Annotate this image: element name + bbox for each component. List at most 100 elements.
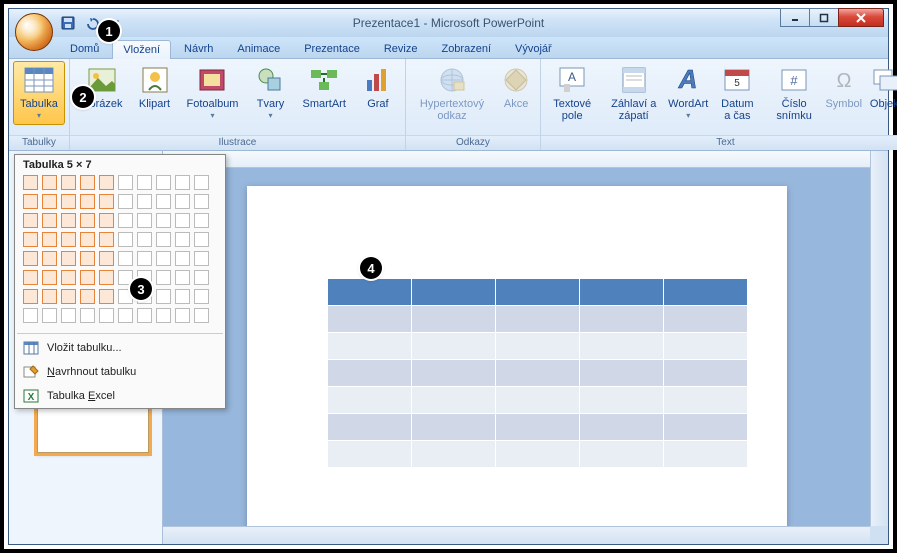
tab-review[interactable]: Revize bbox=[373, 39, 429, 58]
symbol-button[interactable]: Ω Symbol bbox=[824, 61, 864, 113]
grid-cell[interactable] bbox=[194, 308, 209, 323]
smartart-button[interactable]: SmartArt bbox=[295, 61, 352, 113]
save-button[interactable] bbox=[59, 14, 77, 32]
grid-cell[interactable] bbox=[99, 270, 114, 285]
grid-cell[interactable] bbox=[99, 175, 114, 190]
table-button[interactable]: Tabulka▾ bbox=[13, 61, 65, 125]
grid-cell[interactable] bbox=[61, 213, 76, 228]
grid-cell[interactable] bbox=[61, 194, 76, 209]
grid-cell[interactable] bbox=[42, 175, 57, 190]
grid-cell[interactable] bbox=[42, 308, 57, 323]
slidenumber-button[interactable]: # Číslo snímku bbox=[766, 61, 821, 125]
grid-cell[interactable] bbox=[61, 232, 76, 247]
grid-cell[interactable] bbox=[118, 194, 133, 209]
grid-cell[interactable] bbox=[99, 289, 114, 304]
wordart-button[interactable]: A WordArt▾ bbox=[668, 61, 708, 125]
grid-cell[interactable] bbox=[99, 213, 114, 228]
table-size-grid[interactable] bbox=[23, 175, 211, 325]
grid-cell[interactable] bbox=[61, 289, 76, 304]
grid-cell[interactable] bbox=[118, 232, 133, 247]
excel-table-item[interactable]: X Tabulka Excel bbox=[15, 384, 225, 408]
headerfooter-button[interactable]: Záhlaví a zápatí bbox=[601, 61, 666, 125]
object-button[interactable]: Objekt bbox=[866, 61, 897, 113]
grid-cell[interactable] bbox=[175, 270, 190, 285]
grid-cell[interactable] bbox=[23, 194, 38, 209]
grid-cell[interactable] bbox=[137, 232, 152, 247]
slide-canvas[interactable] bbox=[247, 186, 787, 526]
grid-cell[interactable] bbox=[137, 175, 152, 190]
clipart-button[interactable]: Klipart bbox=[132, 61, 178, 113]
grid-cell[interactable] bbox=[175, 251, 190, 266]
grid-cell[interactable] bbox=[175, 194, 190, 209]
vertical-scrollbar[interactable] bbox=[870, 151, 888, 526]
grid-cell[interactable] bbox=[118, 213, 133, 228]
grid-cell[interactable] bbox=[156, 251, 171, 266]
grid-cell[interactable] bbox=[99, 232, 114, 247]
grid-cell[interactable] bbox=[99, 194, 114, 209]
tab-view[interactable]: Zobrazení bbox=[430, 39, 502, 58]
grid-cell[interactable] bbox=[80, 175, 95, 190]
maximize-button[interactable] bbox=[809, 8, 839, 27]
grid-cell[interactable] bbox=[156, 289, 171, 304]
grid-cell[interactable] bbox=[194, 251, 209, 266]
grid-cell[interactable] bbox=[137, 194, 152, 209]
grid-cell[interactable] bbox=[80, 289, 95, 304]
grid-cell[interactable] bbox=[42, 251, 57, 266]
grid-cell[interactable] bbox=[137, 213, 152, 228]
grid-cell[interactable] bbox=[23, 308, 38, 323]
grid-cell[interactable] bbox=[23, 175, 38, 190]
office-button[interactable] bbox=[15, 13, 53, 51]
grid-cell[interactable] bbox=[175, 289, 190, 304]
hyperlink-button[interactable]: Hypertextový odkaz bbox=[410, 61, 494, 125]
grid-cell[interactable] bbox=[61, 308, 76, 323]
grid-cell[interactable] bbox=[175, 232, 190, 247]
grid-cell[interactable] bbox=[194, 289, 209, 304]
grid-cell[interactable] bbox=[99, 308, 114, 323]
insert-table-item[interactable]: Vložit tabulku... bbox=[15, 336, 225, 360]
grid-cell[interactable] bbox=[42, 270, 57, 285]
shapes-button[interactable]: Tvary▾ bbox=[247, 61, 293, 125]
grid-cell[interactable] bbox=[80, 308, 95, 323]
tab-slideshow[interactable]: Prezentace bbox=[293, 39, 371, 58]
grid-cell[interactable] bbox=[80, 194, 95, 209]
grid-cell[interactable] bbox=[61, 270, 76, 285]
grid-cell[interactable] bbox=[194, 175, 209, 190]
grid-cell[interactable] bbox=[80, 270, 95, 285]
grid-cell[interactable] bbox=[137, 251, 152, 266]
grid-cell[interactable] bbox=[99, 251, 114, 266]
grid-cell[interactable] bbox=[23, 232, 38, 247]
tab-home[interactable]: Domů bbox=[59, 39, 110, 58]
grid-cell[interactable] bbox=[42, 289, 57, 304]
grid-cell[interactable] bbox=[156, 213, 171, 228]
tab-developer[interactable]: Vývojář bbox=[504, 39, 563, 58]
tab-design[interactable]: Návrh bbox=[173, 39, 224, 58]
grid-cell[interactable] bbox=[42, 194, 57, 209]
grid-cell[interactable] bbox=[23, 289, 38, 304]
grid-cell[interactable] bbox=[194, 270, 209, 285]
textbox-button[interactable]: A Textové pole bbox=[545, 61, 599, 125]
action-button[interactable]: Akce bbox=[496, 61, 536, 113]
minimize-button[interactable] bbox=[780, 8, 810, 27]
grid-cell[interactable] bbox=[42, 232, 57, 247]
grid-cell[interactable] bbox=[61, 251, 76, 266]
grid-cell[interactable] bbox=[118, 175, 133, 190]
draw-table-item[interactable]: Navrhnout tabulku bbox=[15, 360, 225, 384]
photoalbum-button[interactable]: Fotoalbum▾ bbox=[180, 61, 246, 125]
grid-cell[interactable] bbox=[175, 213, 190, 228]
close-button[interactable] bbox=[838, 8, 884, 27]
grid-cell[interactable] bbox=[156, 270, 171, 285]
grid-cell[interactable] bbox=[194, 194, 209, 209]
inserted-table[interactable] bbox=[327, 278, 748, 468]
grid-cell[interactable] bbox=[42, 213, 57, 228]
tab-insert[interactable]: Vložení bbox=[112, 40, 171, 59]
grid-cell[interactable] bbox=[175, 175, 190, 190]
grid-cell[interactable] bbox=[194, 213, 209, 228]
grid-cell[interactable] bbox=[80, 232, 95, 247]
grid-cell[interactable] bbox=[156, 194, 171, 209]
grid-cell[interactable] bbox=[118, 251, 133, 266]
grid-cell[interactable] bbox=[23, 213, 38, 228]
grid-cell[interactable] bbox=[23, 251, 38, 266]
grid-cell[interactable] bbox=[23, 270, 38, 285]
tab-animations[interactable]: Animace bbox=[226, 39, 291, 58]
grid-cell[interactable] bbox=[118, 308, 133, 323]
